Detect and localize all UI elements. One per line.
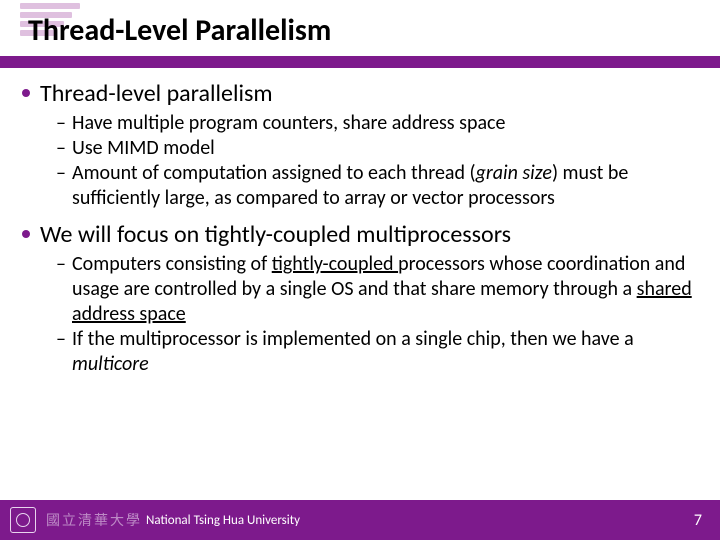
sub-bullet-text: Use MIMD model: [72, 136, 215, 161]
bullet-text: Thread-level parallelism: [40, 78, 273, 109]
text-fragment: If the multiprocessor is implemented on …: [72, 327, 634, 351]
sub-bullet-item: – Use MIMD model: [56, 136, 700, 161]
sub-bullet-list: – Computers consisting of tightly-couple…: [56, 252, 700, 377]
sub-bullet-text: Amount of computation assigned to each t…: [72, 161, 700, 211]
bullet-dot-icon: [22, 89, 30, 97]
bullet-item: Thread-level parallelism – Have multiple…: [22, 78, 700, 211]
university-emblem-icon: [10, 507, 36, 533]
dash-icon: –: [56, 252, 70, 277]
bullet-dot-icon: [22, 230, 30, 238]
sub-bullet-list: – Have multiple program counters, share …: [56, 111, 700, 211]
sub-bullet-item: – If the multiprocessor is implemented o…: [56, 327, 700, 377]
dash-icon: –: [56, 111, 70, 136]
text-fragment: Computers consisting of: [72, 252, 272, 276]
university-name-cn: 國立清華大學: [46, 510, 142, 530]
text-fragment: Amount of computation assigned to each t…: [72, 161, 476, 185]
dash-icon: –: [56, 136, 70, 161]
slide: Thread-Level Parallelism Thread-level pa…: [0, 0, 720, 540]
italic-text: grain size: [476, 161, 552, 185]
bullet-list: Thread-level parallelism – Have multiple…: [22, 78, 700, 377]
content-area: Thread-level parallelism – Have multiple…: [22, 78, 700, 385]
university-name: National Tsing Hua University: [146, 513, 300, 528]
sub-bullet-item: – Have multiple program counters, share …: [56, 111, 700, 136]
dash-icon: –: [56, 161, 70, 186]
bullet-text: We will focus on tightly-coupled multipr…: [40, 219, 511, 250]
slide-title: Thread-Level Parallelism: [28, 14, 700, 47]
sub-bullet-text: Have multiple program counters, share ad…: [72, 111, 505, 136]
title-underline-bar: [0, 56, 720, 68]
underlined-text: tightly-coupled: [272, 252, 398, 276]
dash-icon: –: [56, 327, 70, 352]
bullet-item: We will focus on tightly-coupled multipr…: [22, 219, 700, 377]
italic-text: multicore: [72, 352, 149, 376]
sub-bullet-text: If the multiprocessor is implemented on …: [72, 327, 700, 377]
sub-bullet-item: – Computers consisting of tightly-couple…: [56, 252, 700, 327]
sub-bullet-text: Computers consisting of tightly-coupled …: [72, 252, 700, 327]
page-number: 7: [694, 511, 702, 530]
footer-bar: 國立清華大學 National Tsing Hua University 7: [0, 500, 720, 540]
title-area: Thread-Level Parallelism: [28, 14, 700, 47]
sub-bullet-item: – Amount of computation assigned to each…: [56, 161, 700, 211]
